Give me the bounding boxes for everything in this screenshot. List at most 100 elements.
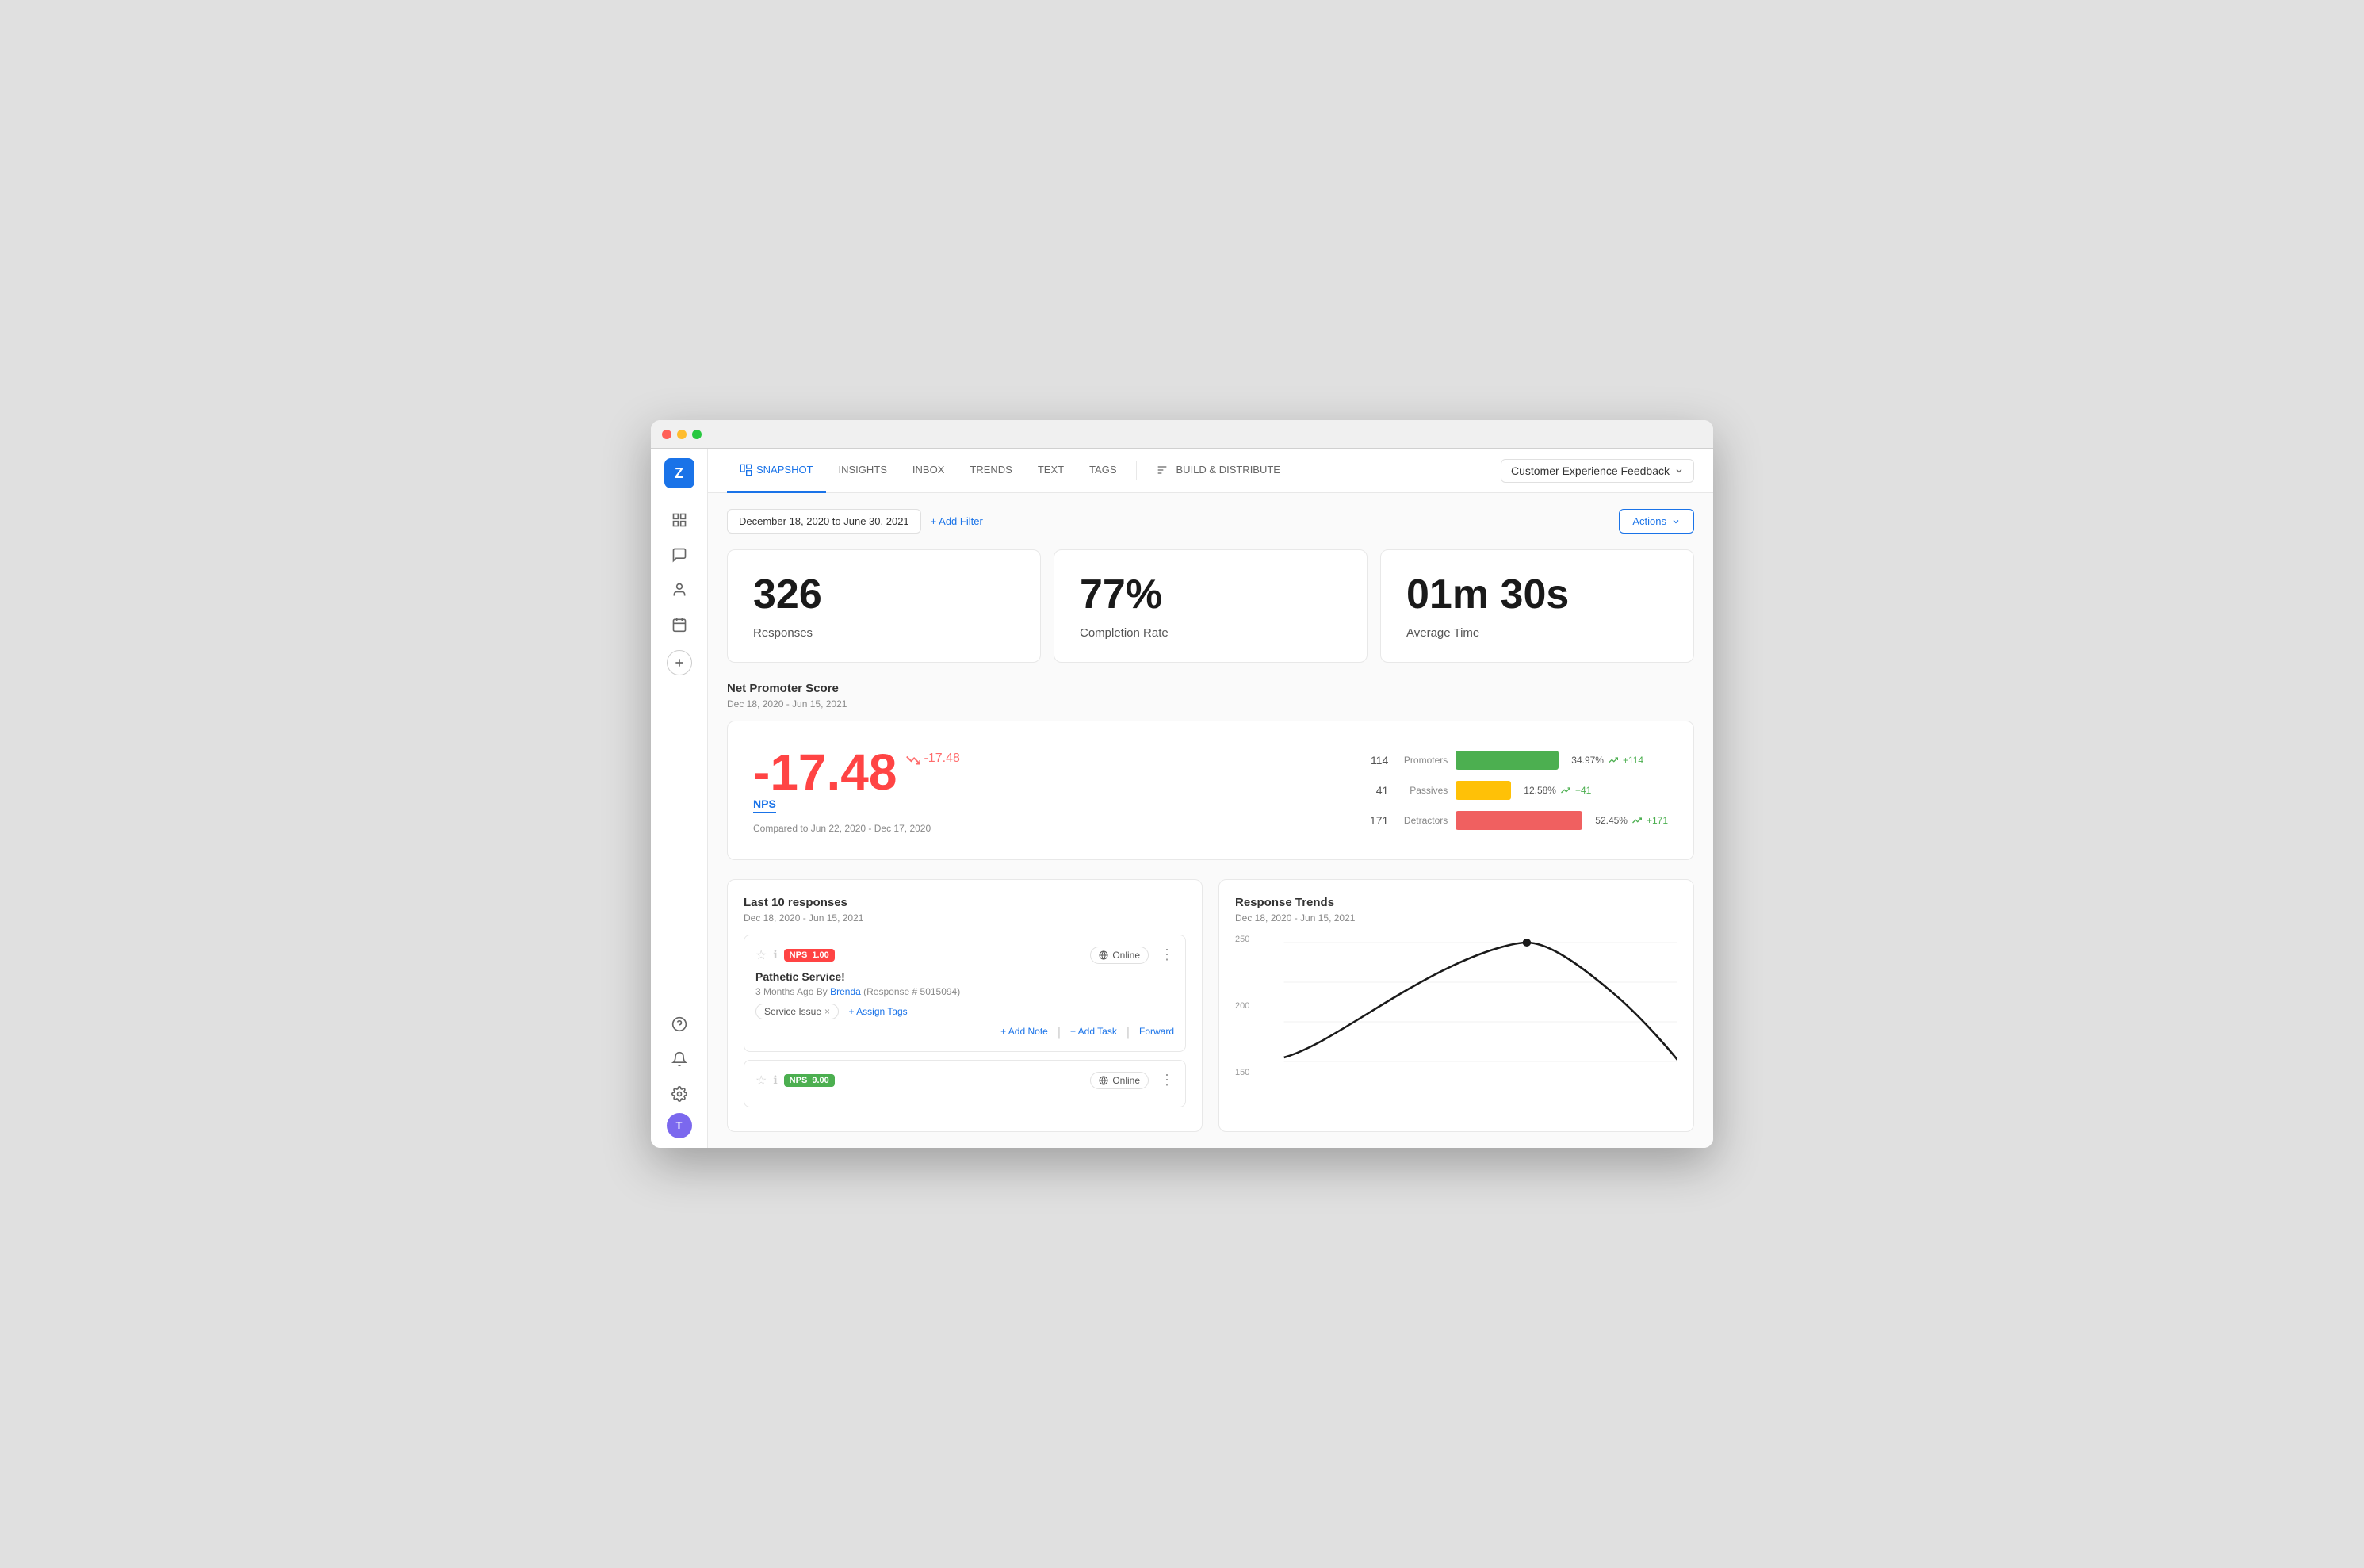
- detractors-label: Detractors: [1396, 815, 1448, 826]
- tag-service-issue: Service Issue ×: [755, 1004, 839, 1019]
- nav-trends[interactable]: TRENDS: [957, 449, 1024, 493]
- date-range-filter[interactable]: December 18, 2020 to June 30, 2021: [727, 509, 921, 534]
- passives-bar: [1456, 781, 1511, 800]
- metrics-row: 326 Responses 77% Completion Rate 01m 30…: [727, 549, 1694, 662]
- online-badge-2: Online: [1090, 1072, 1149, 1089]
- metric-completion: 77% Completion Rate: [1054, 549, 1368, 662]
- maximize-button[interactable]: [692, 430, 702, 439]
- responses-label: Responses: [753, 626, 1015, 640]
- close-button[interactable]: [662, 430, 671, 439]
- passives-count: 41: [1364, 784, 1388, 797]
- y-label-250: 250: [1235, 935, 1249, 944]
- nps-bar-passives: 41 Passives 12.58% +41: [1364, 781, 1668, 800]
- nav-snapshot[interactable]: SNAPSHOT: [727, 449, 826, 493]
- chart-y-labels: 250 200 150: [1235, 935, 1249, 1077]
- sidebar-icon-user[interactable]: [664, 574, 695, 606]
- responses-section-subtitle: Dec 18, 2020 - Jun 15, 2021: [744, 912, 1186, 924]
- nps-section-title: Net Promoter Score: [727, 682, 1694, 695]
- time-value: 01m 30s: [1406, 572, 1668, 618]
- time-label: Average Time: [1406, 626, 1668, 640]
- nps-badge-2: NPS 9.00: [784, 1074, 835, 1087]
- info-icon-2[interactable]: ℹ: [773, 1073, 777, 1087]
- sidebar-icon-help[interactable]: [664, 1008, 695, 1040]
- response-item-2: ☆ ℹ NPS 9.00 Online ⋮: [744, 1060, 1186, 1107]
- y-label-150: 150: [1235, 1068, 1249, 1077]
- star-icon-2[interactable]: ☆: [755, 1073, 767, 1088]
- nps-change: -17.48: [906, 750, 959, 767]
- nav-text[interactable]: TEXT: [1025, 449, 1077, 493]
- trends-chart: 250 200 150: [1235, 935, 1677, 1077]
- completion-label: Completion Rate: [1080, 626, 1341, 640]
- star-icon-1[interactable]: ☆: [755, 947, 767, 963]
- sidebar: Z: [651, 449, 708, 1147]
- responses-section-title: Last 10 responses: [744, 896, 1186, 909]
- response-1-actions: + Add Note | + Add Task | Forward: [755, 1026, 1174, 1040]
- actions-button[interactable]: Actions: [1619, 509, 1694, 534]
- survey-selector[interactable]: Customer Experience Feedback: [1501, 459, 1694, 483]
- promoters-count: 114: [1364, 754, 1388, 767]
- chart-svg: [1235, 935, 1677, 1077]
- tag-remove-icon[interactable]: ×: [824, 1006, 830, 1017]
- detractors-bar: [1456, 811, 1582, 830]
- nps-right: 114 Promoters 34.97% +114 41: [1364, 751, 1668, 830]
- top-nav: SNAPSHOT INSIGHTS INBOX TRENDS TEXT TAGS: [708, 449, 1713, 493]
- forward-link-1[interactable]: Forward: [1139, 1026, 1174, 1040]
- nps-badge-1: NPS 1.00: [784, 949, 835, 962]
- titlebar: [651, 420, 1713, 449]
- main-content: SNAPSHOT INSIGHTS INBOX TRENDS TEXT TAGS: [708, 449, 1713, 1147]
- nav-insights[interactable]: INSIGHTS: [826, 449, 900, 493]
- nps-bar-promoters: 114 Promoters 34.97% +114: [1364, 751, 1668, 770]
- trends-card: Response Trends Dec 18, 2020 - Jun 15, 2…: [1218, 879, 1694, 1132]
- sidebar-icon-grid[interactable]: [664, 504, 695, 536]
- response-1-title: Pathetic Service!: [755, 970, 1174, 983]
- response-1-meta: 3 Months Ago By Brenda (Response # 50150…: [755, 986, 1174, 997]
- bottom-row: Last 10 responses Dec 18, 2020 - Jun 15,…: [727, 879, 1694, 1132]
- metric-time: 01m 30s Average Time: [1380, 549, 1694, 662]
- response-1-tags: Service Issue × + Assign Tags: [755, 1004, 1174, 1019]
- promoters-bar: [1456, 751, 1559, 770]
- sidebar-icon-chat[interactable]: [664, 539, 695, 571]
- promoters-label: Promoters: [1396, 755, 1448, 766]
- nps-section-subtitle: Dec 18, 2020 - Jun 15, 2021: [727, 698, 1694, 709]
- responses-card: Last 10 responses Dec 18, 2020 - Jun 15,…: [727, 879, 1203, 1132]
- response-2-header: ☆ ℹ NPS 9.00 Online ⋮: [755, 1072, 1174, 1089]
- minimize-button[interactable]: [677, 430, 687, 439]
- filter-bar: December 18, 2020 to June 30, 2021 + Add…: [727, 509, 1694, 534]
- nps-label: NPS: [753, 797, 776, 813]
- promoters-stats: 34.97% +114: [1571, 755, 1643, 766]
- assign-tags-link-1[interactable]: + Assign Tags: [849, 1006, 908, 1017]
- responses-value: 326: [753, 572, 1015, 618]
- response-item-1: ☆ ℹ NPS 1.00 Online ⋮: [744, 935, 1186, 1052]
- trends-subtitle: Dec 18, 2020 - Jun 15, 2021: [1235, 912, 1677, 924]
- sidebar-icon-task[interactable]: [664, 609, 695, 641]
- nav-build[interactable]: BUILD & DISTRIBUTE: [1143, 449, 1293, 493]
- detractors-stats: 52.45% +171: [1595, 815, 1668, 826]
- info-icon-1[interactable]: ℹ: [773, 948, 777, 962]
- nps-bar-detractors: 171 Detractors 52.45% +171: [1364, 811, 1668, 830]
- metric-responses: 326 Responses: [727, 549, 1041, 662]
- more-icon-2[interactable]: ⋮: [1160, 1072, 1174, 1088]
- sidebar-icon-bell[interactable]: [664, 1043, 695, 1075]
- traffic-lights: [662, 430, 702, 439]
- add-task-link-1[interactable]: + Add Task: [1070, 1026, 1117, 1040]
- app-logo[interactable]: Z: [664, 458, 694, 488]
- nav-inbox[interactable]: INBOX: [900, 449, 957, 493]
- nps-card: -17.48 -17.48 NPS Compared to Jun 22, 20…: [727, 721, 1694, 860]
- sidebar-icon-settings[interactable]: [664, 1078, 695, 1110]
- more-icon-1[interactable]: ⋮: [1160, 947, 1174, 963]
- completion-value: 77%: [1080, 572, 1341, 618]
- add-filter-button[interactable]: + Add Filter: [931, 515, 983, 527]
- sidebar-icon-add[interactable]: [667, 650, 692, 675]
- nav-tags[interactable]: TAGS: [1077, 449, 1129, 493]
- nps-score: -17.48: [753, 747, 897, 797]
- user-avatar[interactable]: T: [667, 1113, 692, 1138]
- nps-left: -17.48 -17.48 NPS Compared to Jun 22, 20…: [753, 747, 1333, 834]
- add-note-link-1[interactable]: + Add Note: [1000, 1026, 1048, 1040]
- nav-divider: [1136, 461, 1137, 480]
- passives-label: Passives: [1396, 785, 1448, 796]
- detractors-count: 171: [1364, 814, 1388, 827]
- nps-compare: Compared to Jun 22, 2020 - Dec 17, 2020: [753, 823, 1333, 834]
- y-label-200: 200: [1235, 1001, 1249, 1011]
- online-badge-1: Online: [1090, 947, 1149, 964]
- trends-title: Response Trends: [1235, 896, 1677, 909]
